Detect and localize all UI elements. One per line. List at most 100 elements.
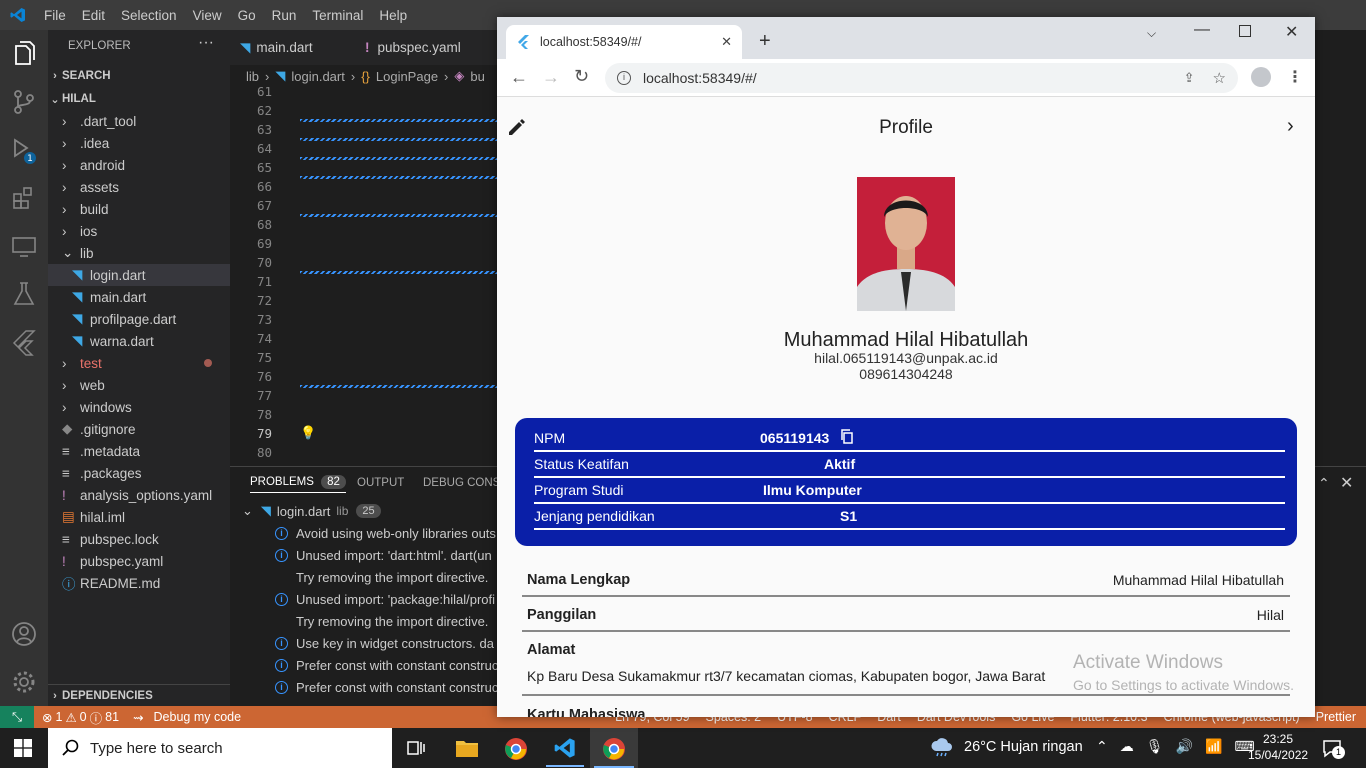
dependencies-section[interactable]: › DEPENDENCIES [48,684,230,706]
share-icon[interactable]: ⇪ [1184,70,1195,86]
breadcrumb-item[interactable]: lib [246,69,259,84]
explorer-item[interactable]: › ios [48,220,230,242]
problem-item[interactable]: Try removing the import directive. [296,566,488,588]
remote-indicator-icon[interactable]: ⤡ [0,706,34,728]
new-tab-plus-icon[interactable]: + [759,30,771,53]
microphone-icon[interactable]: 🎙 [1146,738,1164,755]
windows-start-icon[interactable] [14,739,32,757]
menu-go[interactable]: Go [230,8,264,23]
more-actions-icon[interactable]: ··· [198,34,214,52]
problem-item[interactable]: i Unused import: 'dart:html'. dart(un [275,544,492,566]
extensions-icon[interactable] [10,184,38,212]
close-tab-icon[interactable]: ✕ [721,34,732,50]
maximize-panel-icon[interactable]: ⌃ [1318,475,1330,492]
explorer-item[interactable]: ≡ .packages [48,462,230,484]
explorer-item[interactable]: ! pubspec.yaml [48,550,230,572]
explorer-item[interactable]: › windows [48,396,230,418]
volume-icon[interactable]: 🔊 [1176,738,1193,755]
tab-pubspec-yaml[interactable]: ! pubspec.yaml [355,30,495,65]
menu-help[interactable]: Help [371,8,415,23]
tab-output[interactable]: OUTPUT [357,477,404,489]
remote-explorer-icon[interactable] [10,232,38,260]
back-arrow-icon[interactable]: ← [510,67,528,88]
chrome-menu-icon[interactable]: ⋮ [1287,67,1303,87]
search-section[interactable]: › SEARCH [48,65,230,87]
problem-item[interactable]: i Use key in widget constructors. da [275,632,494,654]
bookmark-star-icon[interactable]: ☆ [1213,69,1226,87]
onedrive-icon[interactable]: ☁ [1120,738,1134,755]
explorer-item[interactable]: ⌄ lib [48,242,230,264]
problem-file-group[interactable]: ⌄ ◥ login.dart lib 25 [242,500,381,522]
menu-selection[interactable]: Selection [113,8,185,23]
menu-terminal[interactable]: Terminal [304,8,371,23]
menu-edit[interactable]: Edit [74,8,113,23]
tab-problems[interactable]: PROBLEMS 82 [250,475,346,493]
explorer-item[interactable]: ≡ .metadata [48,440,230,462]
problem-item[interactable]: i Prefer const with constant construc [275,676,498,698]
explorer-icon[interactable] [10,40,38,68]
chevron-up-icon[interactable]: ⌃ [1096,738,1108,755]
settings-gear-icon[interactable] [10,668,38,696]
explorer-item[interactable]: › test [48,352,230,374]
next-chevron-icon[interactable]: › [1287,115,1294,138]
run-debug-icon[interactable]: 1 [10,136,38,164]
explorer-item[interactable]: ▤ hilal.iml [48,506,230,528]
notification-icon[interactable]: 1 [1322,738,1345,760]
explorer-item[interactable]: ◥ main.dart [48,286,230,308]
network-icon[interactable]: 📶 [1205,738,1222,755]
profile-avatar-icon[interactable] [1251,67,1271,87]
chrome-taskbar-icon[interactable] [504,737,528,761]
explorer-item[interactable]: › web [48,374,230,396]
testing-icon[interactable] [10,280,38,308]
vscode-taskbar-icon[interactable] [546,737,584,767]
problem-item[interactable]: i Avoid using web-only libraries outs [275,522,496,544]
forward-arrow-icon[interactable]: → [542,67,560,88]
problem-item[interactable]: i Unused import: 'package:hilal/profi [275,588,495,610]
tab-search-chevron-icon[interactable]: ⌵ [1147,26,1156,41]
explorer-item[interactable]: ◆ .gitignore [48,418,230,440]
weather-widget[interactable]: 26°C Hujan ringan [930,737,1083,757]
explorer-item[interactable]: › assets [48,176,230,198]
breadcrumb-item[interactable]: bu [470,69,484,84]
minimize-window-icon[interactable]: — [1194,21,1210,39]
explorer-item[interactable]: ◥ profilpage.dart [48,308,230,330]
close-window-icon[interactable]: ✕ [1285,22,1298,42]
close-panel-icon[interactable]: ✕ [1340,473,1353,493]
address-bar[interactable]: i localhost:58349/#/ ⇪ ☆ [605,63,1238,93]
system-tray[interactable]: ⌃ ☁ 🎙 🔊 📶 ⌨ [1096,738,1255,755]
problem-item[interactable]: Try removing the import directive. [296,610,488,632]
breadcrumb-item[interactable]: LoginPage [376,69,438,84]
tab-main-dart[interactable]: ◥ main.dart [230,30,350,65]
site-info-icon[interactable]: i [617,71,631,85]
task-view-icon[interactable] [406,738,426,758]
explorer-item[interactable]: › build [48,198,230,220]
debug-status[interactable]: ⇝ Debug my code [133,710,241,725]
chrome-active-taskbar-icon[interactable] [590,728,638,768]
problems-status[interactable]: ⊗ 1 ⚠ 0 ⓘ 81 [42,708,119,727]
source-control-icon[interactable] [10,88,38,116]
problem-item[interactable]: i Prefer const with constant construc [275,654,498,676]
menu-view[interactable]: View [185,8,230,23]
explorer-item[interactable]: › .dart_tool [48,110,230,132]
menu-file[interactable]: File [36,8,74,23]
explorer-item[interactable]: ⓘ README.md [48,572,230,594]
lightbulb-icon[interactable]: 💡 [300,425,316,441]
explorer-item[interactable]: ◥ warna.dart [48,330,230,352]
reload-icon[interactable]: ↻ [574,66,589,87]
file-explorer-icon[interactable] [455,737,479,759]
menu-run[interactable]: Run [264,8,305,23]
breadcrumb-item[interactable]: login.dart [291,69,344,84]
clock[interactable]: 23:25 15/04/2022 [1248,731,1308,763]
explorer-item[interactable]: ≡ pubspec.lock [48,528,230,550]
explorer-item[interactable]: ! analysis_options.yaml [48,484,230,506]
chrome-tab[interactable]: localhost:58349/#/ ✕ [506,25,742,59]
status-item[interactable]: Prettier [1316,710,1356,724]
explorer-item[interactable]: › android [48,154,230,176]
explorer-item[interactable]: ◥ login.dart [48,264,230,286]
flutter-icon[interactable] [10,328,38,356]
copy-icon[interactable] [840,429,854,444]
project-root[interactable]: ⌄ HILAL [48,88,230,110]
account-icon[interactable] [10,620,38,648]
maximize-window-icon[interactable] [1239,25,1251,37]
explorer-item[interactable]: › .idea [48,132,230,154]
